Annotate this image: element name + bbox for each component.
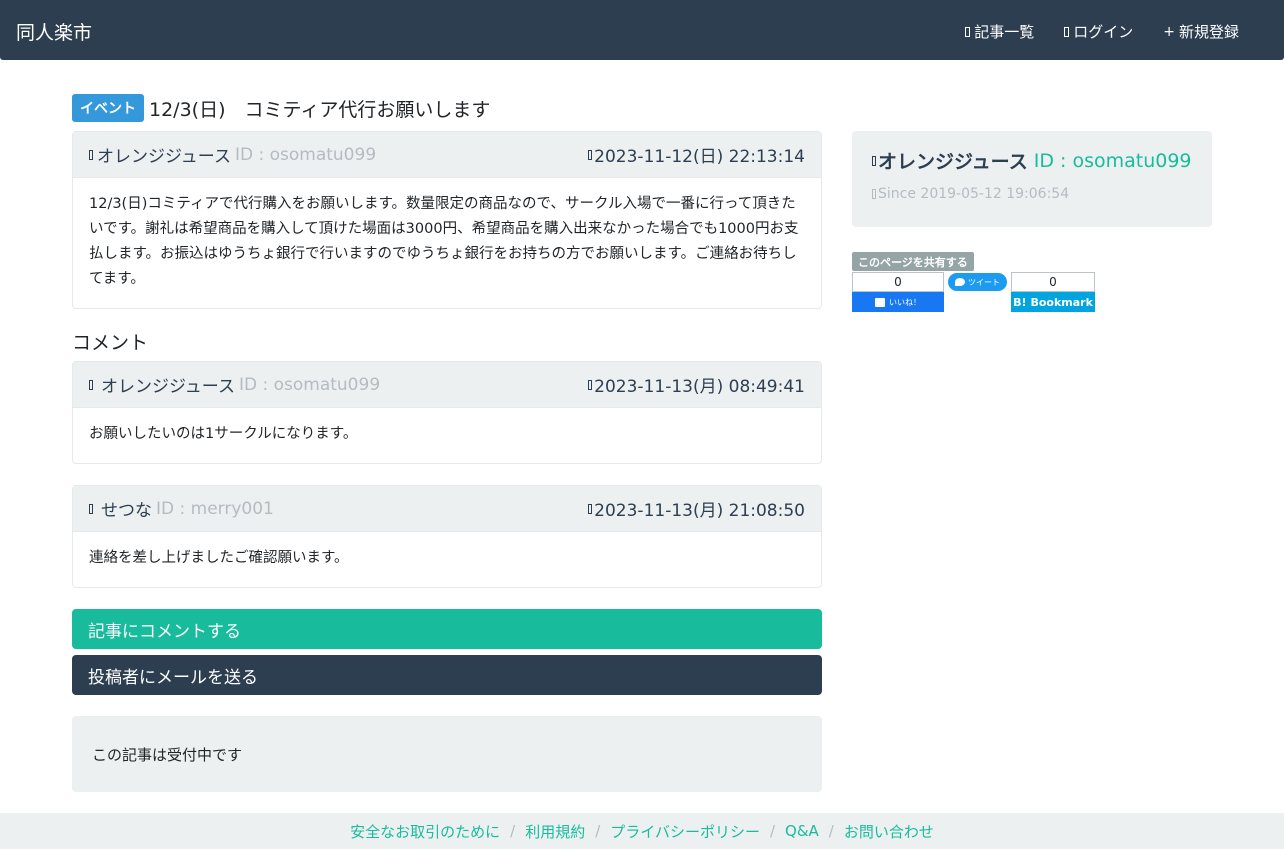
calendar-icon	[872, 189, 876, 199]
nav-article-list-link[interactable]: 記事一覧	[965, 21, 1034, 42]
profile-name-row: オレンジジュース ID : osomatu099	[872, 147, 1192, 174]
comment-date: 2023-11-13(月) 08:49:41	[588, 372, 805, 397]
comment-card: オレンジジュース ID : osomatu099 2023-11-13(月) 0…	[72, 361, 822, 464]
footer-link-terms[interactable]: 利用規約	[525, 821, 585, 842]
plus-icon: +	[1163, 23, 1175, 40]
user-icon	[89, 149, 93, 160]
profile-since-row: Since 2019-05-12 19:06:54	[872, 186, 1192, 202]
hatena-bookmark-count: 0	[1011, 272, 1095, 292]
clock-icon	[588, 503, 593, 514]
facebook-like-count: 0	[852, 272, 944, 292]
twitter-bird-icon	[955, 278, 965, 286]
footer-link-safe-trading[interactable]: 安全なお取引のために	[350, 821, 500, 842]
hatena-b-icon: B!	[1013, 295, 1027, 309]
post-title: 12/3(日) コミティア代行お願いします	[149, 98, 491, 121]
thumbs-up-icon	[875, 297, 885, 307]
profile-user-id: ID : osomatu099	[1033, 149, 1192, 172]
footer-link-contact[interactable]: お問い合わせ	[844, 821, 934, 842]
post-body: 12/3(日)コミティアで代行購入をお願いします。数量限定の商品なので、サークル…	[89, 196, 799, 287]
status-text: この記事は受付中です	[92, 745, 243, 764]
post-date: 2023-11-12(日) 22:13:14	[588, 142, 805, 167]
tweet-label: ツイート	[968, 277, 1000, 287]
hatena-bookmark-widget[interactable]: 0 B! Bookmark	[1011, 272, 1095, 312]
profile-user-name[interactable]: オレンジジュース	[878, 147, 1028, 174]
footer-links: 安全なお取引のために / 利用規約 / プライバシーポリシー / Q&A / お…	[350, 821, 934, 842]
list-icon	[965, 26, 971, 37]
comment-header: せつな ID : merry001 2023-11-13(月) 21:08:50	[73, 486, 821, 532]
clock-icon	[588, 379, 593, 390]
tweet-button[interactable]: ツイート	[948, 273, 1007, 291]
hatena-bookmark-button[interactable]: B! Bookmark	[1011, 292, 1095, 312]
comment-date-text: 2023-11-13(月) 08:49:41	[594, 377, 805, 397]
comment-header: オレンジジュース ID : osomatu099 2023-11-13(月) 0…	[73, 362, 821, 408]
author-profile-card: オレンジジュース ID : osomatu099 Since 2019-05-1…	[852, 131, 1212, 227]
comment-author-name[interactable]: せつな	[101, 496, 152, 521]
hatena-bookmark-label: Bookmark	[1030, 295, 1093, 309]
footer-separator: /	[769, 822, 776, 840]
profile-since-text: Since 2019-05-12 19:06:54	[878, 186, 1070, 202]
footer-link-qa[interactable]: Q&A	[785, 822, 819, 840]
nav-links: 記事一覧 ログイン + 新規登録	[965, 21, 1239, 42]
user-icon	[89, 503, 93, 514]
clock-icon	[588, 149, 593, 160]
footer-separator: /	[510, 822, 516, 840]
nav-article-list-label: 記事一覧	[974, 23, 1035, 41]
comment-body: お願いしたいのは1サークルになります。	[89, 426, 358, 442]
facebook-like-widget[interactable]: 0 いいね！	[852, 272, 944, 312]
comment-date-text: 2023-11-13(月) 21:08:50	[594, 501, 805, 521]
facebook-like-button[interactable]: いいね！	[852, 292, 944, 312]
facebook-like-label: いいね！	[889, 297, 921, 307]
comment-author: オレンジジュース ID : osomatu099	[89, 372, 380, 397]
comments-heading: コメント	[72, 332, 149, 354]
post-title-row: イベント 12/3(日) コミティア代行お願いします	[72, 94, 490, 122]
share-label: このページを共有する	[852, 252, 974, 271]
login-icon	[1064, 26, 1070, 37]
footer-separator: /	[828, 822, 834, 840]
post-card-header: オレンジジュース ID : osomatu099 2023-11-12(日) 2…	[73, 132, 821, 178]
post-author: オレンジジュース ID : osomatu099	[89, 142, 376, 167]
comment-card: せつな ID : merry001 2023-11-13(月) 21:08:50…	[72, 485, 822, 588]
add-comment-button[interactable]: 記事にコメントする	[72, 609, 822, 649]
comment-author-id: ID : merry001	[156, 498, 274, 519]
post-author-name[interactable]: オレンジジュース	[97, 142, 231, 167]
post-author-id: ID : osomatu099	[234, 144, 377, 165]
category-badge: イベント	[72, 94, 144, 122]
user-icon	[89, 379, 93, 390]
footer-link-privacy[interactable]: プライバシーポリシー	[610, 821, 760, 842]
send-mail-button[interactable]: 投稿者にメールを送る	[72, 655, 822, 695]
comment-author-id: ID : osomatu099	[238, 374, 381, 395]
user-icon	[872, 155, 876, 166]
status-box: この記事は受付中です	[72, 716, 822, 792]
footer: 安全なお取引のために / 利用規約 / プライバシーポリシー / Q&A / お…	[0, 813, 1284, 849]
top-navbar: 同人楽市 記事一覧 ログイン + 新規登録	[0, 0, 1284, 60]
nav-register-link[interactable]: + 新規登録	[1163, 21, 1239, 42]
footer-separator: /	[595, 822, 601, 840]
comment-body: 連絡を差し上げましたご確認願います。	[89, 550, 349, 566]
comment-author-name[interactable]: オレンジジュース	[101, 372, 235, 397]
post-card: オレンジジュース ID : osomatu099 2023-11-12(日) 2…	[72, 131, 822, 309]
comment-date: 2023-11-13(月) 21:08:50	[588, 496, 805, 521]
site-brand-link[interactable]: 同人楽市	[16, 18, 92, 45]
nav-register-label: 新規登録	[1178, 23, 1239, 41]
post-date-text: 2023-11-12(日) 22:13:14	[594, 147, 805, 167]
comment-author: せつな ID : merry001	[89, 496, 274, 521]
nav-login-label: ログイン	[1073, 23, 1134, 41]
nav-login-link[interactable]: ログイン	[1064, 21, 1133, 42]
